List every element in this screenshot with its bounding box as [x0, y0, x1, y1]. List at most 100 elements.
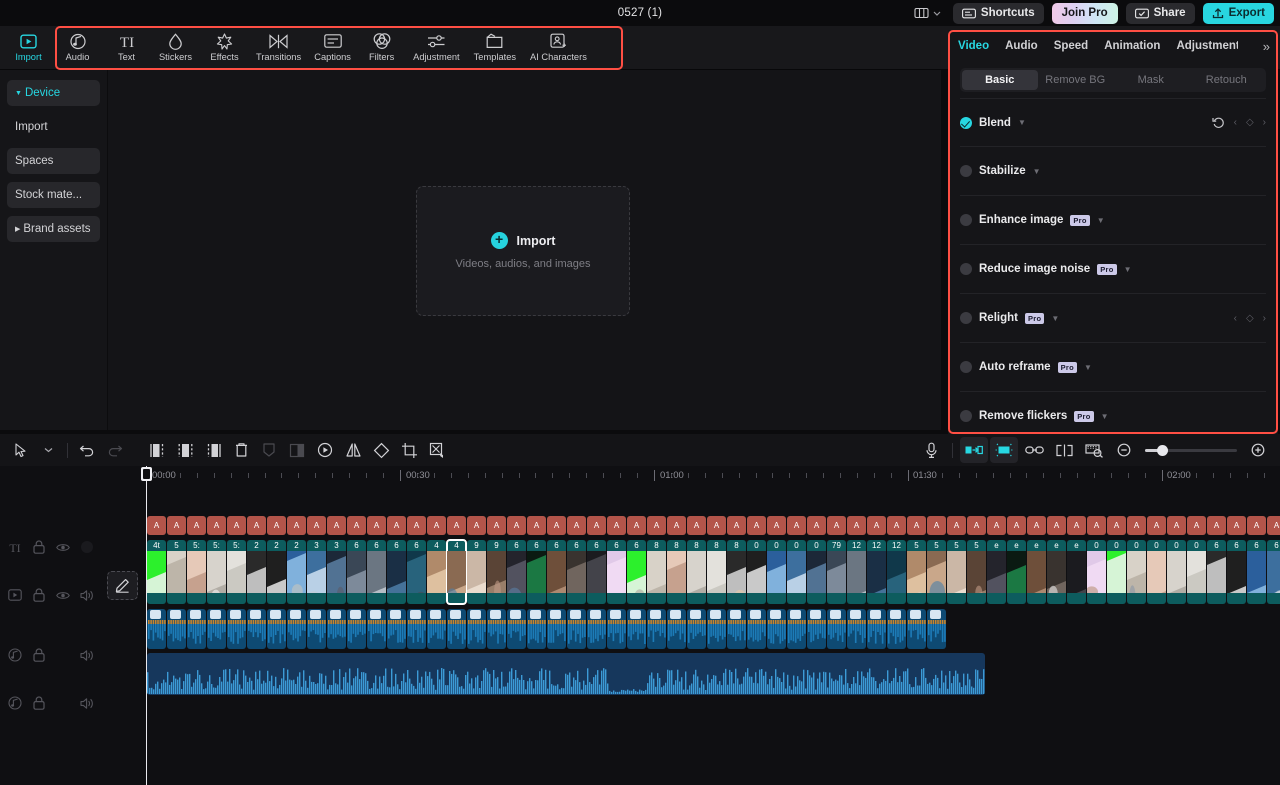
nav-item-filters[interactable]: Filters [357, 26, 406, 68]
property-toggle[interactable] [960, 117, 972, 129]
text-clip[interactable]: A [947, 516, 966, 535]
video-clip[interactable]: 2 [247, 540, 266, 604]
keyframe-prev-icon[interactable]: ‹ [1234, 117, 1237, 128]
audio-clip[interactable] [647, 609, 666, 649]
chevron-down-icon[interactable]: ▼ [1018, 118, 1026, 127]
lock-icon[interactable] [32, 588, 46, 602]
video-clip[interactable]: 5 [167, 540, 186, 604]
nav-item-ai-characters[interactable]: AI Characters [523, 26, 594, 68]
nav-item-captions[interactable]: Captions [308, 26, 357, 68]
chevron-down-icon[interactable]: ▼ [1051, 314, 1059, 323]
video-clip[interactable]: 0 [1127, 540, 1146, 604]
video-clip[interactable]: 2 [287, 540, 306, 604]
property-row-blend[interactable]: Blend▼‹◇› [960, 98, 1266, 147]
property-toggle[interactable] [960, 361, 972, 373]
property-toggle[interactable] [960, 410, 972, 422]
video-clip[interactable]: 79 [827, 540, 846, 604]
nav-item-effects[interactable]: Effects [200, 26, 249, 68]
eye-icon[interactable] [56, 588, 70, 602]
video-clip[interactable]: 6 [347, 540, 366, 604]
segment-remove-bg[interactable]: Remove BG [1038, 70, 1114, 90]
video-clip[interactable]: 9 [467, 540, 486, 604]
text-clip[interactable]: A [887, 516, 906, 535]
audio-clip[interactable] [507, 609, 526, 649]
text-clip[interactable]: A [1167, 516, 1186, 535]
text-clip[interactable]: A [647, 516, 666, 535]
video-clip[interactable]: 6 [1267, 540, 1280, 604]
property-toggle[interactable] [960, 263, 972, 275]
chevron-down-icon[interactable]: ▼ [1033, 167, 1041, 176]
video-clip[interactable]: 8 [707, 540, 726, 604]
audio-note-icon[interactable] [8, 648, 22, 662]
text-clip[interactable]: A [207, 516, 226, 535]
text-clip[interactable]: A [1187, 516, 1206, 535]
video-clip[interactable]: 0 [807, 540, 826, 604]
video-clip[interactable]: 0 [1107, 540, 1126, 604]
video-clip[interactable]: 0 [787, 540, 806, 604]
video-clip[interactable]: e [1027, 540, 1046, 604]
video-clip[interactable]: 6 [607, 540, 626, 604]
video-clip[interactable]: 6 [407, 540, 426, 604]
text-clip[interactable]: A [507, 516, 526, 535]
video-clip[interactable]: 6 [547, 540, 566, 604]
text-clip[interactable]: A [627, 516, 646, 535]
preview-render-icon[interactable] [1080, 437, 1108, 463]
text-clip[interactable]: A [907, 516, 926, 535]
video-clip[interactable]: 0 [1147, 540, 1166, 604]
snap-icon[interactable] [1050, 437, 1078, 463]
text-clip[interactable]: A [527, 516, 546, 535]
eye-icon[interactable] [56, 540, 70, 554]
nav-item-adjustment[interactable]: Adjustment [406, 26, 467, 68]
video-clip[interactable]: e [987, 540, 1006, 604]
audio-clip[interactable] [267, 609, 286, 649]
undo-icon[interactable] [73, 437, 101, 463]
text-clip[interactable]: A [607, 516, 626, 535]
video-clip[interactable]: 6 [367, 540, 386, 604]
audio-clip[interactable] [327, 609, 346, 649]
nav-item-import[interactable]: Import [4, 26, 53, 68]
video-clip[interactable]: 0 [1087, 540, 1106, 604]
audio-clip[interactable] [667, 609, 686, 649]
text-clip[interactable]: A [267, 516, 286, 535]
chevron-down-icon[interactable] [34, 437, 62, 463]
text-clip[interactable]: A [667, 516, 686, 535]
layout-button[interactable] [910, 5, 945, 21]
video-clip[interactable]: 0 [1167, 540, 1186, 604]
video-clip[interactable]: 12 [847, 540, 866, 604]
audio-clip[interactable] [187, 609, 206, 649]
redo-icon[interactable] [101, 437, 129, 463]
chevron-down-icon[interactable]: ▼ [1097, 216, 1105, 225]
playhead[interactable] [146, 466, 147, 785]
audio-clip[interactable] [447, 609, 466, 649]
video-clip[interactable]: 4 [427, 540, 446, 604]
video-clip[interactable]: 6 [387, 540, 406, 604]
edit-track-button[interactable] [107, 571, 138, 600]
zoom-out-icon[interactable] [1110, 437, 1138, 463]
text-clip[interactable]: A [167, 516, 186, 535]
text-clip[interactable]: A [227, 516, 246, 535]
text-clip[interactable]: A [367, 516, 386, 535]
audio-clip[interactable] [287, 609, 306, 649]
text-clip[interactable]: A [747, 516, 766, 535]
video-clip[interactable]: 0 [767, 540, 786, 604]
text-clip[interactable]: A [387, 516, 406, 535]
video-clip[interactable]: 6 [567, 540, 586, 604]
audio-clip[interactable] [247, 609, 266, 649]
timeline[interactable]: 00:0000:3001:0001:3002:00 TI AAAAAAAAAAA… [0, 466, 1280, 785]
audio-clip[interactable] [867, 609, 886, 649]
nav-item-text[interactable]: TIText [102, 26, 151, 68]
share-button[interactable]: Share [1126, 3, 1195, 24]
audio-clip[interactable] [367, 609, 386, 649]
zoom-slider-knob[interactable] [1157, 445, 1168, 456]
audio-clip[interactable] [807, 609, 826, 649]
segment-basic[interactable]: Basic [962, 70, 1038, 90]
text-clip[interactable]: A [327, 516, 346, 535]
text-clip[interactable]: A [687, 516, 706, 535]
text-clip[interactable]: A [847, 516, 866, 535]
detach-audio-icon[interactable] [423, 437, 451, 463]
property-row-remove-flickers[interactable]: Remove flickersPro▼ [960, 392, 1266, 434]
smart-edit-icon[interactable] [990, 437, 1018, 463]
video-clip[interactable]: 4t [147, 540, 166, 604]
tab-adjustment[interactable]: Adjustment [1176, 40, 1238, 52]
join-pro-button[interactable]: Join Pro [1052, 3, 1118, 24]
